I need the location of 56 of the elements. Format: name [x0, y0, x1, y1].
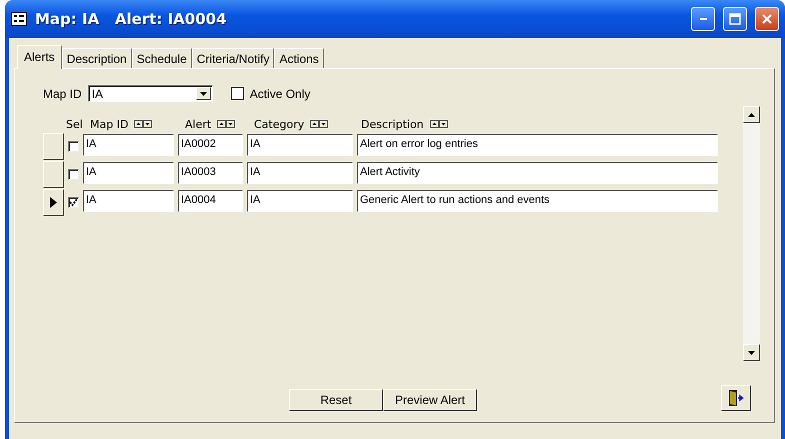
table-cell[interactable]: IA — [83, 134, 174, 156]
tab[interactable]: Criteria/Notify — [192, 48, 274, 68]
column-header: Description — [361, 118, 424, 130]
select-checkbox[interactable] — [68, 196, 79, 208]
maximize-icon — [729, 13, 741, 25]
exit-button[interactable] — [721, 385, 751, 411]
column-header: Alert — [185, 118, 212, 130]
form-button[interactable]: Reset — [289, 389, 383, 411]
down-arrow-icon — [748, 350, 755, 354]
table-cell[interactable]: IA0004 — [178, 190, 243, 212]
current-record-icon — [50, 196, 57, 208]
tab[interactable]: Description — [62, 48, 132, 68]
tab[interactable]: Alerts — [17, 45, 62, 69]
maximize-button[interactable] — [723, 7, 747, 31]
form-icon — [11, 12, 27, 26]
scroll-down-button[interactable] — [743, 344, 760, 361]
table-cell[interactable]: Alert on error log entries — [357, 134, 718, 156]
table-cell[interactable]: Generic Alert to run actions and events — [357, 190, 718, 212]
map-id-label: Map ID — [43, 86, 82, 100]
table-cell[interactable]: IA0002 — [178, 134, 243, 156]
record-selector[interactable] — [43, 188, 64, 216]
form-button[interactable]: Preview Alert — [383, 389, 477, 411]
active-only-checkbox[interactable] — [230, 87, 244, 100]
exit-door-icon — [727, 389, 745, 407]
map-id-dropdown[interactable]: IA — [88, 85, 213, 102]
tab[interactable]: Actions — [274, 48, 324, 68]
column-header: Map ID — [90, 118, 128, 130]
sort-arrows-icon[interactable] — [310, 120, 328, 128]
close-button[interactable] — [755, 7, 779, 31]
vertical-scrollbar[interactable] — [743, 106, 760, 361]
record-selector[interactable] — [43, 132, 64, 160]
table-cell[interactable]: Alert Activity — [357, 162, 718, 184]
table-cell[interactable]: IA — [247, 134, 353, 156]
sort-arrows-icon[interactable] — [134, 120, 152, 128]
check-icon — [69, 198, 78, 206]
record-selector[interactable] — [43, 160, 64, 188]
minimize-icon — [700, 18, 706, 20]
table-cell[interactable]: IA0003 — [178, 162, 243, 184]
table-cell[interactable]: IA — [247, 190, 353, 212]
tab[interactable]: Schedule — [132, 48, 192, 68]
sort-arrows-icon[interactable] — [430, 120, 448, 128]
select-checkbox[interactable] — [68, 168, 79, 180]
up-arrow-icon — [748, 112, 755, 116]
table-cell[interactable]: IA — [83, 190, 174, 212]
dropdown-arrow-icon — [200, 92, 207, 96]
scroll-up-button[interactable] — [743, 106, 760, 123]
window-title: Map: IA Alert: IA0004 — [35, 10, 228, 28]
select-checkbox[interactable] — [68, 140, 79, 152]
close-icon — [762, 14, 772, 24]
column-header: Category — [254, 118, 304, 130]
table-cell[interactable]: IA — [83, 162, 174, 184]
column-header: Sel — [66, 118, 83, 130]
sort-arrows-icon[interactable] — [217, 120, 236, 128]
minimize-button[interactable] — [691, 7, 715, 31]
table-cell[interactable]: IA — [247, 162, 353, 184]
active-only-label: Active Only — [250, 86, 310, 100]
